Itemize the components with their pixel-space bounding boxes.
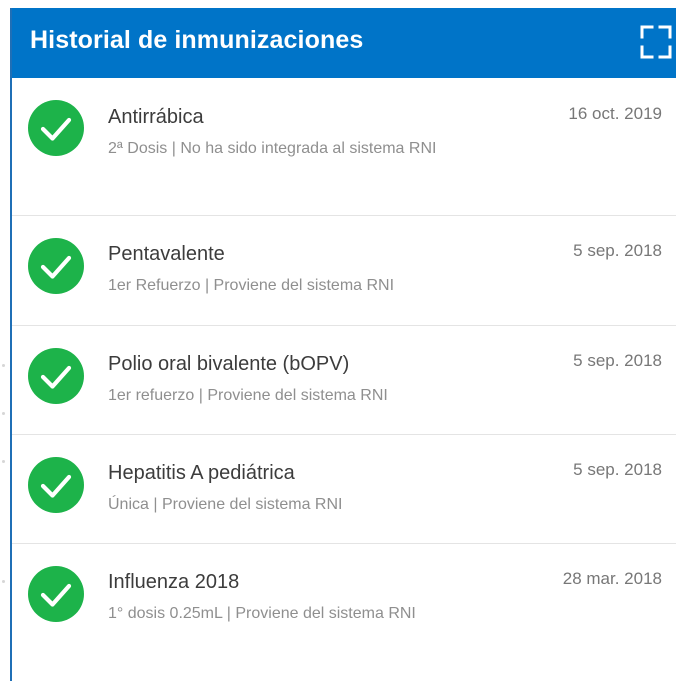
check-circle-icon: [28, 238, 84, 294]
check-circle-icon: [28, 100, 84, 156]
vaccine-date: 16 oct. 2019: [568, 104, 662, 123]
vaccine-name: Influenza 2018: [108, 571, 240, 593]
vaccine-date: 5 sep. 2018: [573, 241, 662, 260]
list-item[interactable]: Antirrábica 2ª Dosis | No ha sido integr…: [12, 78, 676, 216]
vaccine-name: Polio oral bivalente (bOPV): [108, 353, 350, 375]
vaccine-name: Hepatitis A pediátrica: [108, 462, 295, 484]
vaccine-detail: Única | Proviene del sistema RNI: [108, 496, 343, 513]
vaccine-detail: 1er refuerzo | Proviene del sistema RNI: [108, 387, 388, 404]
vaccine-date: 5 sep. 2018: [573, 460, 662, 479]
vaccine-date: 5 sep. 2018: [573, 351, 662, 370]
page: Historial de inmunizaciones Antirrábica …: [0, 0, 676, 681]
vaccine-detail: 1er Refuerzo | Proviene del sistema RNI: [108, 277, 395, 294]
expand-button[interactable]: [640, 25, 672, 59]
left-edge-dot: [2, 412, 5, 415]
left-edge-dot: [2, 364, 5, 367]
list-item[interactable]: Polio oral bivalente (bOPV) 1er refuerzo…: [12, 326, 676, 435]
check-circle-icon: [28, 457, 84, 513]
card-title: Historial de inmunizaciones: [30, 26, 364, 54]
left-edge-background: [0, 0, 10, 681]
fullscreen-expand-icon: [640, 25, 672, 59]
card-header: Historial de inmunizaciones: [12, 8, 676, 78]
vaccine-name: Antirrábica: [108, 106, 204, 128]
left-edge-dot: [2, 460, 5, 463]
left-edge-dot: [2, 580, 5, 583]
vaccine-date: 28 mar. 2018: [562, 569, 662, 588]
list-item[interactable]: Pentavalente 1er Refuerzo | Proviene del…: [12, 216, 676, 326]
check-circle-icon: [28, 566, 84, 622]
list-item[interactable]: Influenza 2018 1° dosis 0.25mL | Provien…: [12, 544, 676, 681]
immunization-history-card: Historial de inmunizaciones Antirrábica …: [10, 8, 676, 681]
check-circle-icon: [28, 348, 84, 404]
vaccine-detail: 1° dosis 0.25mL | Proviene del sistema R…: [108, 605, 416, 622]
list-item[interactable]: Hepatitis A pediátrica Única | Proviene …: [12, 435, 676, 544]
vaccine-detail: 2ª Dosis | No ha sido integrada al siste…: [108, 140, 437, 157]
vaccine-name: Pentavalente: [108, 243, 225, 265]
